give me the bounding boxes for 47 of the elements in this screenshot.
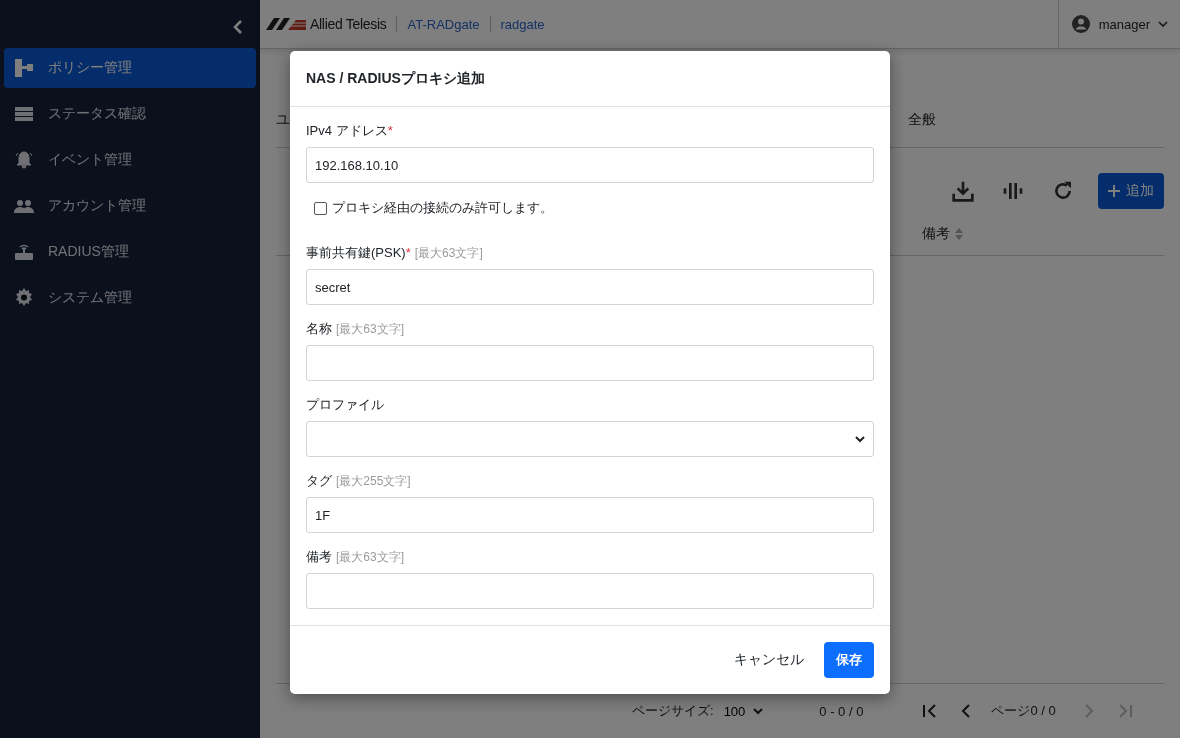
- chevron-left-icon[interactable]: [232, 20, 244, 34]
- text-field[interactable]: secret: [306, 269, 874, 305]
- text-field[interactable]: 1F: [306, 497, 874, 533]
- field-label: 名称 [最大63文字]: [306, 321, 405, 337]
- page-size-select[interactable]: 100: [723, 703, 764, 719]
- sidebar-icon: [14, 242, 34, 262]
- field-label: 備考 [最大63文字]: [306, 549, 405, 565]
- user-menu[interactable]: manager: [1057, 0, 1180, 48]
- sidebar-item[interactable]: ポリシー管理: [4, 48, 256, 88]
- sidebar-icon: [14, 288, 34, 308]
- field-label: IPv4 アドレス*: [306, 123, 394, 139]
- field-label: タグ [最大255文字]: [306, 473, 412, 489]
- sidebar-item[interactable]: RADIUS管理: [4, 232, 256, 272]
- plus-icon: [1108, 185, 1120, 197]
- brand-name: Allied Telesis: [310, 16, 387, 32]
- tab[interactable]: 全般: [908, 111, 936, 129]
- chevron-down-icon: [855, 435, 865, 443]
- checkbox[interactable]: [314, 201, 327, 215]
- sidebar-icon: [14, 150, 34, 170]
- page-indicator: ページ0 / 0: [991, 702, 1056, 720]
- dialog-title: NAS / RADIUSプロキシ追加: [290, 51, 890, 107]
- row-range: 0 - 0 / 0: [819, 703, 864, 719]
- host-link[interactable]: radgate: [500, 16, 545, 32]
- field-label: プロファイル: [306, 397, 385, 413]
- user-icon: [1070, 14, 1091, 34]
- cancel-button[interactable]: キャンセル: [724, 642, 814, 678]
- save-button[interactable]: 保存: [824, 642, 874, 678]
- column-header[interactable]: 備考: [922, 225, 950, 243]
- text-field[interactable]: [306, 345, 874, 381]
- page-size-label: ページサイズ:: [632, 702, 714, 720]
- checkbox-label: プロキシ経由の接続のみ許可します。: [332, 199, 553, 217]
- tab[interactable]: ユ: [276, 111, 290, 129]
- text-field[interactable]: 192.168.10.10: [306, 147, 874, 183]
- product-link[interactable]: AT-RADgate: [407, 16, 480, 32]
- chevron-down-icon: [1158, 20, 1168, 28]
- sidebar-item[interactable]: ステータス確認: [4, 94, 256, 134]
- select-field[interactable]: [306, 421, 874, 457]
- add-button[interactable]: 追加: [1098, 173, 1164, 209]
- sidebar-icon: [14, 104, 34, 124]
- field-label: 事前共有鍵(PSK)* [最大63文字]: [306, 245, 484, 261]
- sidebar-item[interactable]: イベント管理: [4, 140, 256, 180]
- chevron-down-icon: [753, 707, 764, 715]
- text-field[interactable]: [306, 573, 874, 609]
- sidebar-item[interactable]: システム管理: [4, 278, 256, 318]
- sidebar-item[interactable]: アカウント管理: [4, 186, 256, 226]
- sidebar-icon: [14, 58, 34, 78]
- logo-icon: [266, 18, 306, 30]
